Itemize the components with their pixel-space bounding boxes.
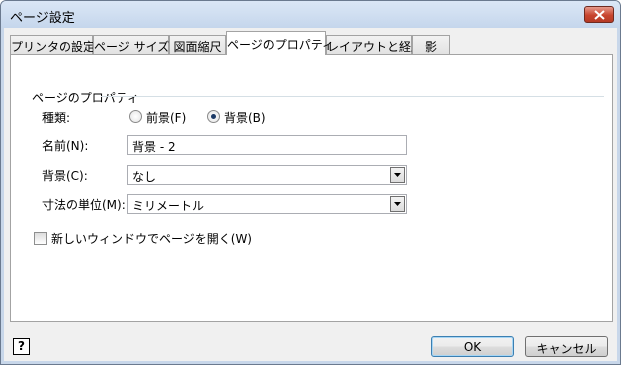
new-window-checkbox[interactable] xyxy=(34,232,47,245)
dialog-title: ページ設定 xyxy=(10,11,75,26)
chevron-down-icon xyxy=(394,202,401,206)
radio-background[interactable] xyxy=(207,110,220,123)
ok-button[interactable]: OK xyxy=(431,336,514,357)
unit-dropdown-button[interactable] xyxy=(390,196,405,212)
tab-layout-routing[interactable]: レイアウトと経路 xyxy=(326,35,423,54)
background-label: 背景(C): xyxy=(42,169,88,183)
type-label: 種類: xyxy=(42,111,71,125)
tab-page-properties[interactable]: ページのプロパティ xyxy=(226,31,334,55)
tab-printer-settings[interactable]: プリンタの設定 xyxy=(10,35,95,54)
help-button[interactable]: ? xyxy=(13,338,30,355)
unit-select-value: ミリメートル xyxy=(132,199,205,213)
unit-label: 寸法の単位(M): xyxy=(42,198,126,212)
group-label: ページのプロパティ xyxy=(32,91,140,105)
tab-drawing-scale[interactable]: 図面縮尺 xyxy=(169,35,226,54)
chevron-down-icon xyxy=(394,173,401,177)
tab-page-size[interactable]: ページ サイズ xyxy=(93,35,169,54)
name-input[interactable]: 背景 - 2 xyxy=(127,135,407,155)
cancel-button[interactable]: キャンセル xyxy=(525,336,608,357)
radio-selected-dot xyxy=(211,114,216,119)
dialog-window: ページ設定 プリンタの設定 ページ サイズ 図面縮尺 ページのプロパティ レイア… xyxy=(0,0,621,365)
close-button[interactable] xyxy=(584,6,614,23)
background-select-value: なし xyxy=(132,170,157,184)
group-divider xyxy=(101,96,604,97)
dialog-body: プリンタの設定 ページ サイズ 図面縮尺 ページのプロパティ レイアウトと経路 … xyxy=(4,28,617,361)
background-dropdown-button[interactable] xyxy=(390,167,405,183)
radio-foreground[interactable] xyxy=(129,110,142,123)
help-icon: ? xyxy=(18,339,25,353)
background-select[interactable]: なし xyxy=(127,165,407,185)
title-bar: ページ設定 xyxy=(1,1,620,28)
name-label: 名前(N): xyxy=(42,139,89,153)
new-window-label[interactable]: 新しいウィンドウでページを開く(W) xyxy=(51,230,252,247)
radio-background-label[interactable]: 背景(B) xyxy=(224,109,266,126)
unit-select[interactable]: ミリメートル xyxy=(127,194,407,214)
radio-foreground-label[interactable]: 前景(F) xyxy=(146,109,186,126)
close-icon xyxy=(594,10,605,20)
tab-shadow[interactable]: 影 xyxy=(412,35,450,54)
tab-panel: ページのプロパティ 種類: 前景(F) 背景(B) 名前(N): 背景 - 2 … xyxy=(10,54,613,322)
